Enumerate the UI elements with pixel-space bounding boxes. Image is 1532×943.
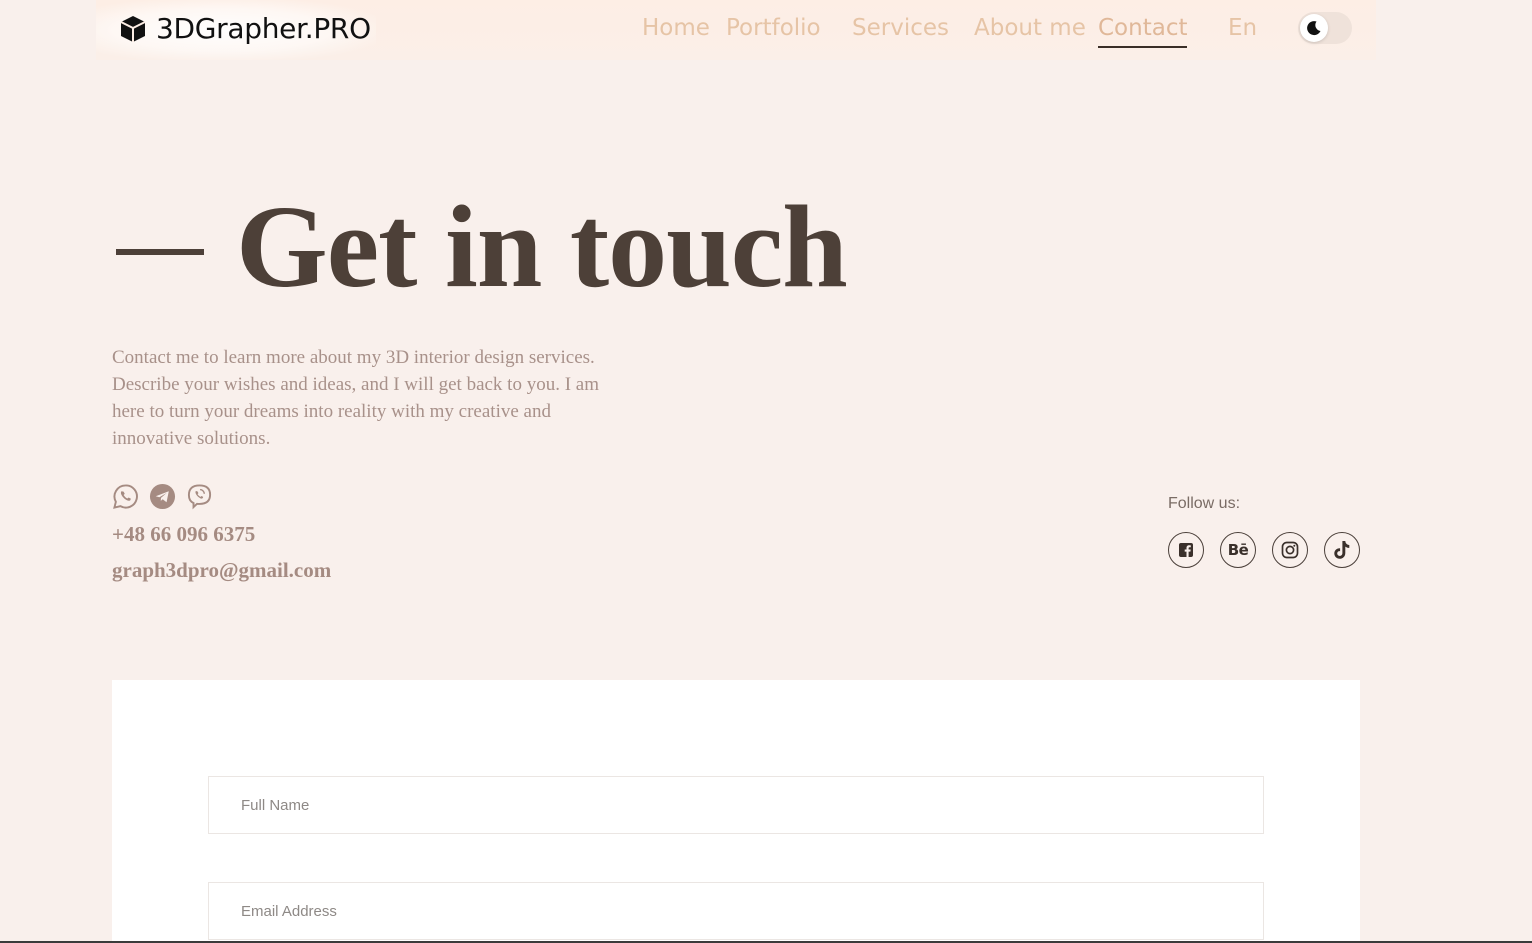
nav-about-me[interactable]: About me bbox=[974, 15, 1086, 41]
full-name-field[interactable] bbox=[208, 776, 1264, 834]
nav-portfolio[interactable]: Portfolio bbox=[726, 15, 821, 41]
instagram-icon bbox=[1281, 541, 1299, 559]
email-address[interactable]: graph3dpro@gmail.com bbox=[112, 558, 331, 583]
telegram-icon[interactable] bbox=[149, 483, 176, 510]
messenger-icons bbox=[112, 483, 213, 510]
whatsapp-icon[interactable] bbox=[112, 483, 139, 510]
phone-number[interactable]: +48 66 096 6375 bbox=[112, 522, 255, 547]
heading-dash bbox=[116, 249, 204, 255]
brand-name: 3DGrapher.PRO bbox=[156, 12, 371, 45]
facebook-icon bbox=[1179, 543, 1193, 557]
nav-contact[interactable]: Contact bbox=[1098, 15, 1188, 48]
facebook-link[interactable] bbox=[1168, 532, 1204, 568]
follow-label: Follow us: bbox=[1168, 495, 1241, 512]
behance-link[interactable]: Bē bbox=[1220, 532, 1256, 568]
cube-icon bbox=[120, 16, 146, 42]
language-switch[interactable]: En bbox=[1228, 15, 1257, 41]
social-links: Bē bbox=[1168, 532, 1360, 568]
contact-form bbox=[112, 680, 1360, 943]
nav-services[interactable]: Services bbox=[852, 15, 949, 41]
page-title: Get in touch bbox=[236, 181, 848, 312]
brand-logo[interactable]: 3DGrapher.PRO bbox=[96, 0, 376, 60]
email-field[interactable] bbox=[208, 882, 1264, 940]
behance-icon: Bē bbox=[1227, 541, 1249, 559]
moon-icon bbox=[1307, 21, 1321, 36]
nav-home[interactable]: Home bbox=[642, 15, 710, 41]
tiktok-link[interactable] bbox=[1324, 532, 1360, 568]
tiktok-icon bbox=[1334, 541, 1350, 559]
theme-toggle[interactable] bbox=[1298, 12, 1352, 44]
intro-text: Contact me to learn more about my 3D int… bbox=[112, 347, 600, 449]
theme-toggle-knob bbox=[1300, 14, 1328, 42]
instagram-link[interactable] bbox=[1272, 532, 1308, 568]
top-navbar: 3DGrapher.PRO Home Portfolio Services Ab… bbox=[96, 0, 1376, 60]
viber-icon[interactable] bbox=[186, 483, 213, 510]
